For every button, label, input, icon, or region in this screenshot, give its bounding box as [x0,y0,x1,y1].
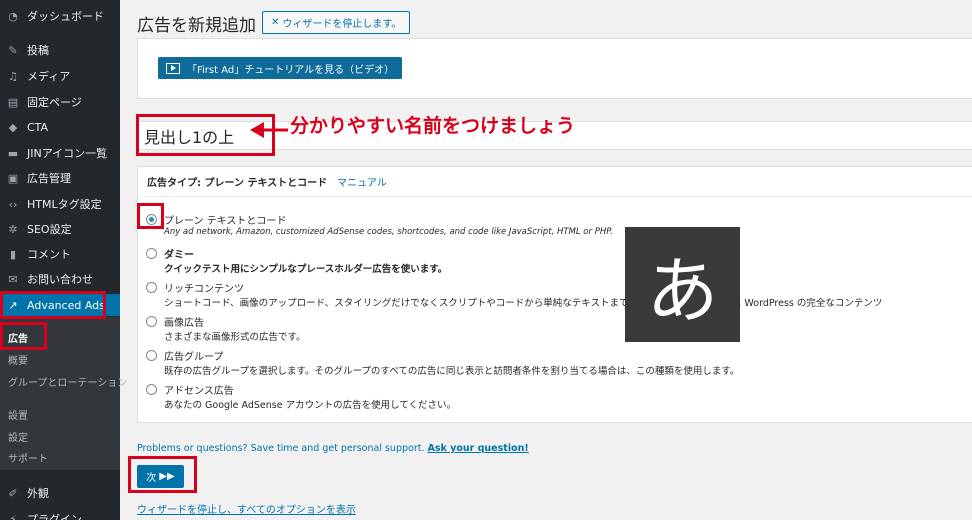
support-text: Problems or questions? Save time and get… [137,443,425,454]
close-icon: ✕ [271,17,280,28]
option-title: リッチコンテンツ [164,284,244,295]
sidebar-item-label: HTMLタグ設定 [27,198,102,211]
sidebar-item-10[interactable]: ✉ お問い合わせ [0,268,120,290]
sidebar-item-label: SEO設定 [27,223,72,236]
next-button[interactable]: 次 ▶▶ [137,465,184,488]
sidebar-item-label: プラグイン [27,513,82,520]
sidebar-item-label: JINアイコン一覧 [27,147,108,160]
option-desc: ショートコード、画像のアップロード、スタイリングだけでなくスクリプトやコードから… [164,298,883,309]
sidebar-item-11[interactable]: ↗ Advanced Ads [0,294,120,316]
sidebar-item-1[interactable]: ✎ 投稿 [0,39,120,61]
sidebar-item-label: コメント [27,248,71,261]
advanced-ads-submenu: 広告 概要 グループとローテーション 設置 設定 サポート [0,317,127,470]
sidebar-item-bottom-0[interactable]: ✐ 外観 [0,482,120,504]
double-arrow-icon: ▶▶ [159,471,175,482]
sidebar-item-9[interactable]: ▮ コメント [0,243,120,265]
tutorial-video-button[interactable]: 「First Ad」チュートリアルを見る（ビデオ） [158,57,403,79]
tutorial-panel: 「First Ad」チュートリアルを見る（ビデオ） [137,38,972,99]
submenu-ads[interactable]: 広告 [8,330,28,345]
sidebar-item-3[interactable]: ▤ 固定ページ [0,91,120,113]
ime-indicator: あ [625,227,740,342]
option-desc: あなたの Google AdSense アカウントの広告を使用してください。 [164,400,457,411]
option-title: プレーン テキストとコード [164,216,287,227]
sidebar-item-label: Advanced Ads [27,298,105,312]
media-icon: ♫ [8,69,18,83]
option-title: ダミー [164,250,194,261]
option-desc: クイックテスト用にシンプルなプレースホルダー広告を使います。 [164,264,448,275]
comment-icon: ▮ [9,247,17,261]
submenu-settings[interactable]: 設定 [8,429,28,444]
sidebar-item-label: ダッシュボード [27,10,104,23]
sidebar-item-label: 外観 [27,487,49,500]
radio-rich-content[interactable] [146,282,157,293]
admin-sidebar: ◔ ダッシュボード ✎ 投稿 ♫ メディア ▤ 固定ページ ◆ CTA ▬ JINアイコン一覧 ▣ 広告管… [0,0,127,520]
submenu-overview[interactable]: 概要 [8,352,28,367]
video-play-icon [166,62,180,74]
gear-icon: ✲ [8,222,18,236]
option-title: アドセンス広告 [164,386,234,397]
radio-plain-text[interactable] [146,214,157,225]
annotation-text: 分かりやすい名前をつけましょう [290,115,576,137]
stop-wizard-label: ウィザードを停止します。 [282,19,402,30]
plugin-icon: ⚡ [9,512,17,520]
page-title: 広告を新規追加 [137,16,256,36]
ask-question-link[interactable]: Ask your question! [428,443,529,454]
code-icon: ‹› [8,197,18,211]
support-line: Problems or questions? Save time and get… [137,443,529,454]
submenu-groups-rotation[interactable]: グループとローテーション [8,374,127,389]
sidebar-item-label: 投稿 [27,44,49,57]
submenu-support[interactable]: サポート [8,450,48,465]
sidebar-item-8[interactable]: ✲ SEO設定 [0,218,120,240]
submenu-placements[interactable]: 設置 [8,407,28,422]
page-icon: ▤ [7,95,19,109]
sidebar-item-label: お問い合わせ [27,273,93,286]
sidebar-item-7[interactable]: ‹› HTMLタグ設定 [0,193,120,215]
ad-type-header-label: 広告タイプ: プレーン テキストとコード [147,178,328,189]
option-title: 広告グループ [164,352,224,363]
radio-ad-group[interactable] [146,350,157,361]
sidebar-item-5[interactable]: ▬ JINアイコン一覧 [0,142,120,164]
list-icon: ▬ [7,146,19,160]
ad-type-header: 広告タイプ: プレーン テキストとコード マニュアル [138,167,972,197]
sidebar-item-bottom-1[interactable]: ⚡ プラグイン [0,508,120,520]
option-desc: さまざまな画像形式の広告です。 [164,332,306,343]
stop-wizard-button[interactable]: ✕ ウィザードを停止します。 [262,11,411,34]
brush-icon: ✐ [8,486,18,500]
next-label: 次 [146,473,157,484]
tutorial-button-label: 「First Ad」チュートリアルを見る（ビデオ） [187,64,395,76]
manual-link[interactable]: マニュアル [337,174,387,189]
dashboard-icon: ◔ [8,9,18,23]
sidebar-item-label: 固定ページ [27,96,82,109]
option-title: 画像広告 [164,318,204,329]
radio-image-ad[interactable] [146,316,157,327]
sidebar-item-4[interactable]: ◆ CTA [0,116,120,138]
option-desc: 既存の広告グループを選択します。そのグループのすべての広告に同じ表示と訪問者条件… [164,366,740,377]
sidebar-item-6[interactable]: ▣ 広告管理 [0,167,120,189]
stop-wizard-show-all-link[interactable]: ウィザードを停止し、すべてのオプションを表示 [137,501,356,516]
sidebar-item-label: メディア [27,70,71,83]
radio-dummy[interactable] [146,248,157,259]
tag-icon: ◆ [8,120,18,134]
sidebar-item-0[interactable]: ◔ ダッシュボード [0,5,120,27]
radio-adsense[interactable] [146,384,157,395]
mail-icon: ✉ [8,272,18,286]
chart-icon: ↗ [8,298,18,312]
sidebar-item-2[interactable]: ♫ メディア [0,65,120,87]
annotation-arrow-icon [250,122,288,138]
pin-icon: ✎ [8,43,18,57]
option-desc: Any ad network, Amazon, customized AdSen… [164,227,613,237]
ad-type-panel: 広告タイプ: プレーン テキストとコード マニュアル プレーン テキストとコード… [137,166,972,423]
sidebar-item-label: CTA [27,120,49,134]
sidebar-item-label: 広告管理 [27,172,71,185]
ad-icon: ▣ [7,171,19,185]
